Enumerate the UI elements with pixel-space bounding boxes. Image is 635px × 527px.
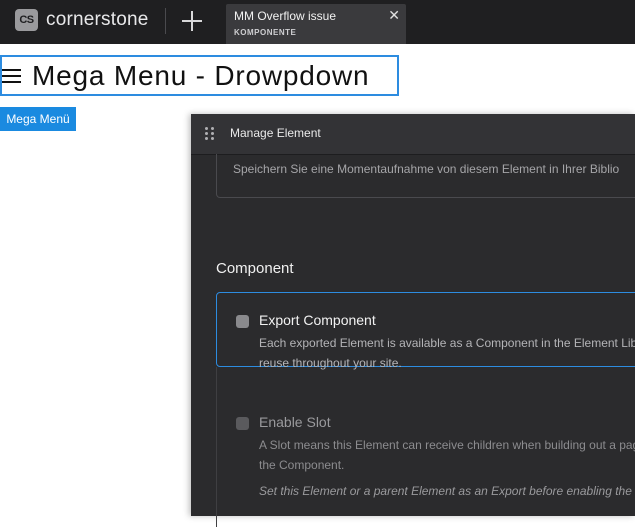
snapshot-description: Speichern Sie eine Momentaufnahme von di… xyxy=(233,162,620,176)
enable-slot-desc-line2: the Component. xyxy=(259,458,345,472)
page-title: Mega Menu - Drowpdown xyxy=(32,60,370,91)
hamburger-menu-icon[interactable] xyxy=(2,69,21,83)
selected-heading-element[interactable]: Mega Menu - Drowpdown xyxy=(0,55,399,96)
tab-type-label: KOMPONENTE xyxy=(234,28,297,37)
snapshot-option-box[interactable] xyxy=(216,154,635,198)
export-component-checkbox[interactable] xyxy=(236,315,249,328)
app-topbar: CS cornerstone MM Overflow issue KOMPONE… xyxy=(0,0,635,44)
enable-slot-title: Enable Slot xyxy=(259,414,331,430)
export-component-option[interactable]: Export Component Each exported Element i… xyxy=(216,292,635,370)
enable-slot-checkbox xyxy=(236,417,249,430)
panel-title: Manage Element xyxy=(230,126,321,140)
enable-slot-option: Enable Slot A Slot means this Element ca… xyxy=(216,367,635,527)
document-tab[interactable]: MM Overflow issue KOMPONENTE ✕ xyxy=(226,4,406,44)
mega-menu-button[interactable]: Mega Menü xyxy=(0,107,76,131)
section-title-component: Component xyxy=(216,260,294,277)
enable-slot-desc-line1: A Slot means this Element can receive ch… xyxy=(259,438,635,452)
tab-title: MM Overflow issue xyxy=(234,9,337,23)
manage-element-panel: Manage Element Speichern Sie eine Moment… xyxy=(191,114,635,527)
export-component-title: Export Component xyxy=(259,312,376,328)
panel-header[interactable]: Manage Element xyxy=(191,114,635,155)
drag-handle-icon[interactable] xyxy=(205,127,215,141)
cornerstone-logo-icon[interactable]: CS xyxy=(15,9,38,31)
enable-slot-note: Set this Element or a parent Element as … xyxy=(259,484,635,498)
brand-name: cornerstone xyxy=(46,9,149,30)
close-icon[interactable]: ✕ xyxy=(388,7,400,24)
export-component-desc-line1: Each exported Element is available as a … xyxy=(259,336,635,350)
divider xyxy=(165,8,166,34)
add-tab-plus-icon[interactable] xyxy=(180,8,204,34)
